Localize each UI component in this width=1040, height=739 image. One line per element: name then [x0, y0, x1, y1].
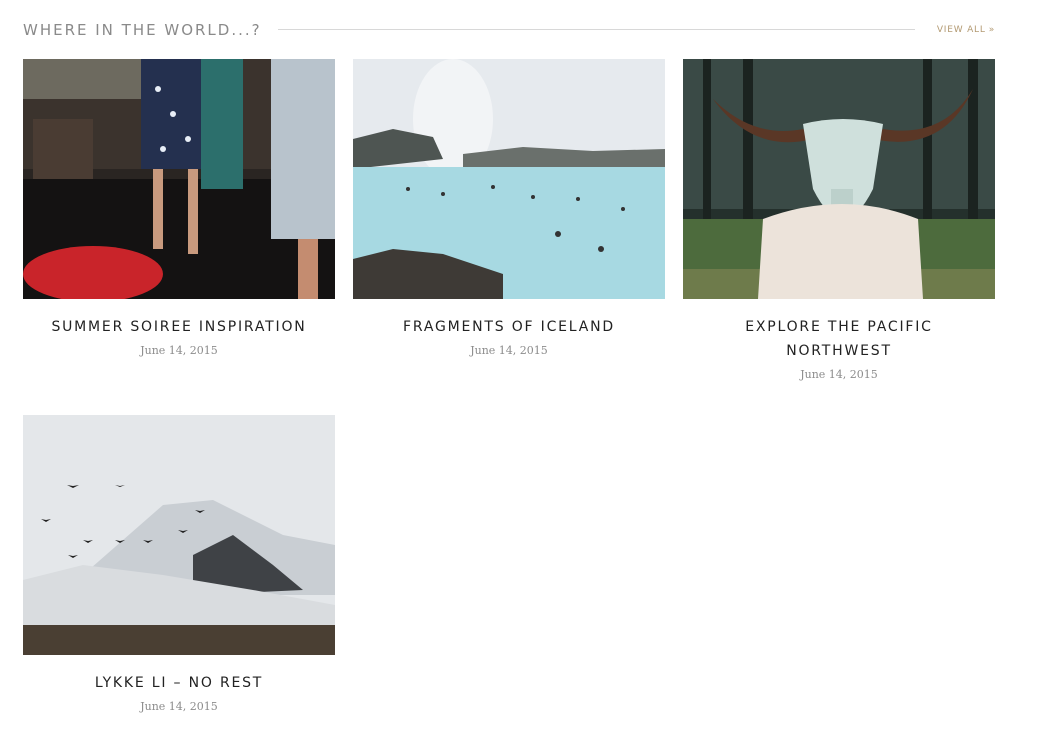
post-thumbnail-iceland[interactable]: [353, 59, 665, 299]
post-card: LYKKE LI – NO REST June 14, 2015: [23, 415, 335, 715]
party-guests-photo: [23, 59, 335, 299]
post-date: June 14, 2015: [800, 368, 878, 381]
snowy-mountain-birds-photo: [23, 415, 335, 655]
woman-holding-skull-photo: [683, 59, 995, 299]
post-date: June 14, 2015: [470, 344, 548, 357]
post-thumbnail-lykke-li[interactable]: [23, 415, 335, 655]
post-title-link[interactable]: LYKKE LI – NO REST: [33, 671, 325, 695]
header-divider: [278, 29, 915, 30]
post-card: FRAGMENTS OF ICELAND June 14, 2015: [353, 59, 665, 359]
post-title-link[interactable]: SUMMER SOIREE INSPIRATION: [33, 315, 325, 339]
post-date: June 14, 2015: [140, 344, 218, 357]
blue-lagoon-photo: [353, 59, 665, 299]
post-date: June 14, 2015: [140, 700, 218, 713]
post-thumbnail-party[interactable]: [23, 59, 335, 299]
view-all-link[interactable]: VIEW ALL»: [937, 23, 995, 37]
view-all-label: VIEW ALL: [936, 25, 986, 35]
section-title: WHERE IN THE WORLD...?: [23, 21, 262, 39]
post-title-link[interactable]: FRAGMENTS OF ICELAND: [363, 315, 655, 339]
post-card: EXPLORE THE PACIFIC NORTHWEST June 14, 2…: [683, 59, 995, 383]
post-thumbnail-northwest[interactable]: [683, 59, 995, 299]
section-header: WHERE IN THE WORLD...? VIEW ALL»: [23, 20, 995, 40]
post-title-link[interactable]: EXPLORE THE PACIFIC NORTHWEST: [693, 315, 985, 363]
double-chevron-right-icon: »: [988, 25, 995, 35]
post-card: SUMMER SOIREE INSPIRATION June 14, 2015: [23, 59, 335, 359]
